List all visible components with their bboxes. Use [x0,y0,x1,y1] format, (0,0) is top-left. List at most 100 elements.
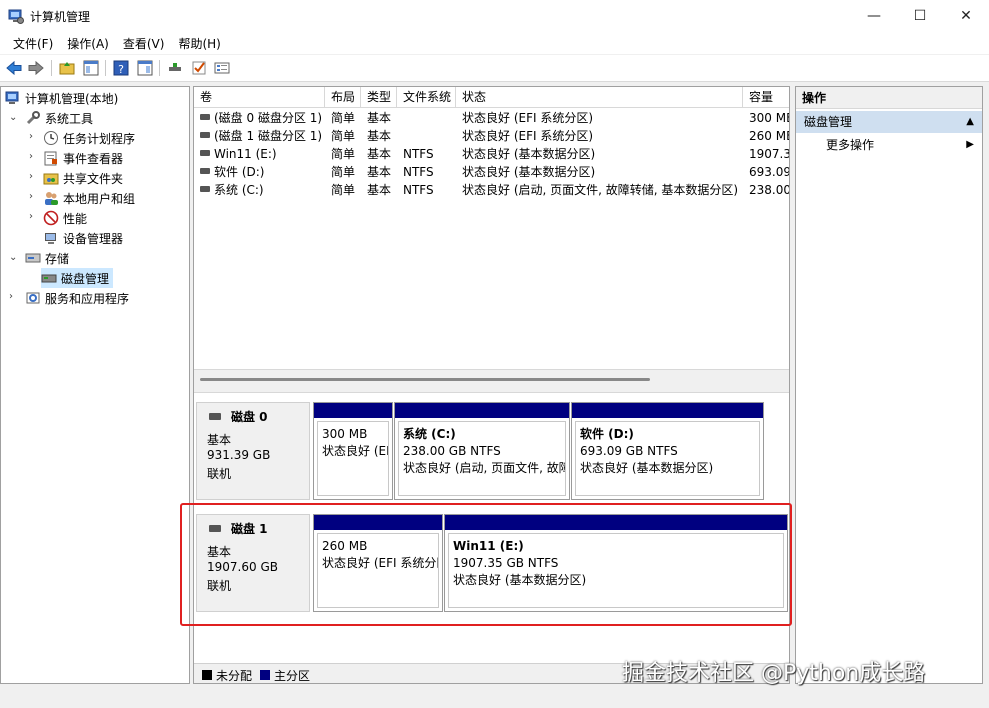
tree-item-performance[interactable]: 性能 [43,208,87,228]
partition-info: 软件 (D:) 693.09 GB NTFS 状态良好 (基本数据分区) [575,421,760,496]
services-icon [26,292,40,304]
volume-row[interactable]: Win11 (E:) 简单 基本 NTFS 状态良好 (基本数据分区) 1907… [194,145,789,163]
volume-layout: 简单 [331,147,356,161]
disk-kind: 基本 [207,545,232,559]
partition-win11-e[interactable]: Win11 (E:) 1907.35 GB NTFS 状态良好 (基本数据分区) [444,514,788,612]
tree-item-label: 性能 [63,211,88,226]
volume-row[interactable]: 软件 (D:) 简单 基本 NTFS 状态良好 (基本数据分区) 693.09 [194,163,790,181]
watermark: 掘金技术社区 @Python成长路 [622,661,926,686]
properties-icon[interactable] [213,59,231,77]
primary-swatch [260,670,270,680]
chevron-right-icon[interactable]: › [29,132,39,142]
menu-file[interactable]: 文件(F) [6,35,60,52]
column-header-status[interactable]: 状态 [456,87,743,108]
menu-action[interactable]: 操作(A) [60,35,116,52]
disk-0-label[interactable]: 磁盘 0 基本 931.39 GB 联机 [196,402,310,500]
no-entry-icon [43,210,59,226]
volume-type: 基本 [367,111,392,125]
volume-type: 基本 [367,147,392,161]
partition-software-d[interactable]: 软件 (D:) 693.09 GB NTFS 状态良好 (基本数据分区) [571,402,764,500]
checkmark-icon[interactable] [190,59,208,77]
primary-partition-bar [395,403,569,418]
tree-item-storage[interactable]: 存储 [25,248,69,268]
volume-drive-icon [200,168,210,174]
tree-item-shared-folders[interactable]: 共享文件夹 [43,168,123,188]
partition-info: 系统 (C:) 238.00 GB NTFS 状态良好 (启动, 页面文件, 故… [398,421,566,496]
tree-item-label: 计算机管理(本地) [25,91,119,106]
column-header-filesystem[interactable]: 文件系统 [397,87,456,108]
title-bar: 计算机管理 — ☐ ✕ [0,0,989,32]
column-header-volume[interactable]: 卷 [194,87,325,108]
tree-item-label: 系统工具 [45,111,94,126]
volume-capacity: 300 MB [749,111,790,125]
volume-row[interactable]: (磁盘 0 磁盘分区 1) 简单 基本 状态良好 (EFI 系统分区) 300 … [194,109,790,127]
chevron-down-icon[interactable]: ⌄ [9,113,19,123]
partition-efi[interactable]: 260 MB 状态良好 (EFI 系统分区) [313,514,443,612]
tree-item-event-viewer[interactable]: 事件查看器 [43,148,123,168]
volume-capacity: 693.09 [749,165,790,179]
tree-item-disk-management[interactable]: 磁盘管理 [41,268,114,288]
help-icon[interactable]: ? [112,59,130,77]
column-header-capacity[interactable]: 容量 [743,87,789,108]
disk-size: 931.39 GB [207,448,271,462]
up-folder-icon[interactable] [58,59,76,77]
chevron-down-icon[interactable]: ⌄ [9,253,19,263]
tree-item-services-apps[interactable]: 服务和应用程序 [25,288,129,308]
collapse-up-icon[interactable]: ▲ [966,111,974,133]
tree-item-device-manager[interactable]: 设备管理器 [43,228,123,248]
partition-info: 260 MB 状态良好 (EFI 系统分区) [317,533,439,608]
actions-section-label: 磁盘管理 [804,115,853,129]
volume-layout: 简单 [331,183,356,197]
maximize-button[interactable]: ☐ [897,0,943,32]
disk-icon [209,413,221,420]
partition-efi[interactable]: 300 MB 状态良好 (EFI 系统分区) [313,402,393,500]
close-button[interactable]: ✕ [943,0,989,32]
volume-type: 基本 [367,165,392,179]
tree-item-task-scheduler[interactable]: 任务计划程序 [43,128,135,148]
chevron-right-icon[interactable]: › [29,172,39,182]
show-hide-action-pane-icon[interactable] [136,59,154,77]
more-actions-item[interactable]: 更多操作 ▶ [796,135,982,155]
volume-row[interactable]: (磁盘 1 磁盘分区 1) 简单 基本 状态良好 (EFI 系统分区) 260 … [194,127,789,145]
volume-row[interactable]: 系统 (C:) 简单 基本 NTFS 状态良好 (启动, 页面文件, 故障转储,… [194,181,790,199]
tree-item-root[interactable]: 计算机管理(本地) [5,88,118,108]
legend-unallocated-label: 未分配 [216,669,253,683]
forward-arrow-icon[interactable] [27,59,45,77]
connect-icon[interactable] [166,59,184,77]
volume-capacity: 238.00 [749,183,790,197]
partition-status: 状态良好 (启动, 页面文件, 故障转储, 基本数据分区) [403,461,565,475]
partition-status: 状态良好 (EFI 系统分区) [322,556,438,570]
event-log-icon [44,151,57,166]
back-arrow-icon[interactable] [5,59,23,77]
tree-item-label: 存储 [45,251,70,266]
minimize-button[interactable]: — [851,0,897,32]
pane-splitter[interactable] [194,369,789,393]
computer-management-icon [5,91,19,104]
show-hide-tree-icon[interactable] [82,59,100,77]
chevron-right-icon[interactable]: › [29,192,39,202]
menu-help[interactable]: 帮助(H) [171,35,227,52]
disk-name: 磁盘 1 [231,522,268,536]
partition-name: 系统 (C:) [403,427,456,441]
column-header-type[interactable]: 类型 [361,87,397,108]
disk-size: 1907.60 GB [207,560,278,574]
disk-1-label[interactable]: 磁盘 1 基本 1907.60 GB 联机 [196,514,310,612]
actions-section-disk-management[interactable]: 磁盘管理 ▲ [796,111,982,133]
tree-item-system-tools[interactable]: 系统工具 [25,108,93,128]
partition-system-c[interactable]: 系统 (C:) 238.00 GB NTFS 状态良好 (启动, 页面文件, 故… [394,402,570,500]
primary-partition-bar [314,515,442,530]
partition-status: 状态良好 (基本数据分区) [453,573,587,587]
users-icon [45,192,58,205]
volume-drive-icon [200,132,210,138]
disk-name: 磁盘 0 [231,410,268,424]
menu-view[interactable]: 查看(V) [116,35,172,52]
chevron-right-icon[interactable]: › [9,292,19,302]
tree-item-local-users[interactable]: 本地用户和组 [43,188,135,208]
volume-filesystem: NTFS [403,165,434,179]
column-header-layout[interactable]: 布局 [325,87,361,108]
chevron-right-icon[interactable]: › [29,152,39,162]
submenu-arrow-icon: ▶ [966,139,974,150]
disk-icon [41,274,57,283]
horizontal-scrollbar[interactable] [200,378,650,381]
chevron-right-icon[interactable]: › [29,212,39,222]
